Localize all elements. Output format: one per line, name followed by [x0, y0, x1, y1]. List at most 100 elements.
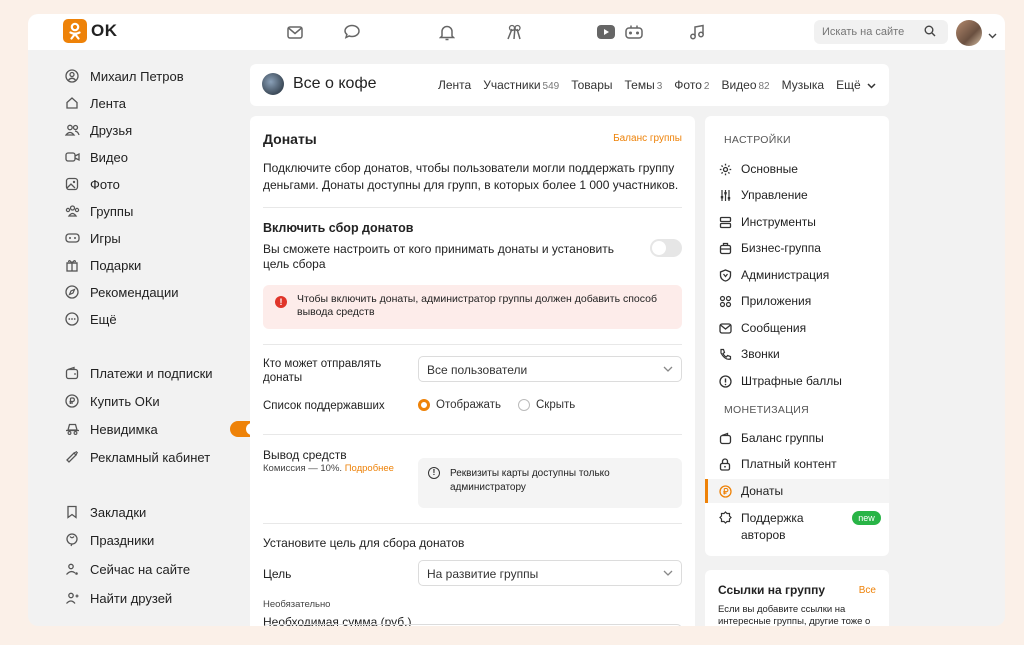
tab-members[interactable]: Участники 549	[483, 78, 559, 92]
settings-item-balance[interactable]: Баланс группы	[705, 426, 889, 450]
settings-item-administration[interactable]: Администрация	[705, 263, 889, 287]
nav-label: Сейчас на сайте	[90, 561, 191, 577]
nav-item-games[interactable]: Игры	[64, 228, 121, 248]
nav-label: Рекламный кабинет	[90, 449, 211, 465]
search-icon[interactable]	[924, 25, 936, 40]
settings-item-donations[interactable]: Донаты	[705, 479, 889, 503]
wallet-icon	[64, 365, 80, 381]
sliders-icon	[718, 188, 732, 202]
nav-item-feed[interactable]: Лента	[64, 93, 126, 113]
card-info-text: Реквизиты карты доступны только админист…	[450, 468, 610, 493]
tab-photo[interactable]: Фото 2	[674, 78, 709, 92]
shield-icon	[718, 268, 732, 282]
settings-item-paid-content[interactable]: Платный контент	[705, 452, 889, 476]
enable-donations-title: Включить сбор донатов	[263, 221, 414, 235]
balance-link[interactable]: Баланс группы	[613, 133, 682, 144]
mail-icon[interactable]	[285, 23, 305, 41]
ok-logo[interactable]: OK	[63, 19, 118, 43]
tab-more[interactable]: Ещё	[836, 78, 876, 92]
settings-item-apps[interactable]: Приложения	[705, 289, 889, 313]
gamepad-icon[interactable]	[624, 23, 644, 41]
nav-item-ads-cabinet[interactable]: Рекламный кабинет	[64, 447, 210, 467]
settings-item-calls[interactable]: Звонки	[705, 342, 889, 366]
chat-icon[interactable]	[342, 23, 362, 41]
tab-music[interactable]: Музыка	[782, 78, 824, 92]
chevron-down-icon[interactable]	[988, 27, 997, 42]
who-can-send-select[interactable]: Все пользователи	[418, 356, 682, 382]
goal-label: Цель	[263, 567, 292, 581]
nav-item-more[interactable]: Ещё	[64, 309, 117, 329]
settings-item-messages[interactable]: Сообщения	[705, 316, 889, 340]
group-avatar[interactable]	[262, 73, 284, 95]
nav-item-photo[interactable]: Фото	[64, 174, 120, 194]
online-icon	[64, 561, 80, 577]
gear-icon	[718, 162, 732, 176]
phone-icon	[718, 347, 732, 361]
video-icon	[64, 149, 80, 165]
group-links-card: Ссылки на группу Все Если вы добавите сс…	[705, 570, 889, 626]
nav-item-holidays[interactable]: Праздники	[64, 530, 154, 550]
chevron-down-icon	[663, 570, 673, 576]
group-title[interactable]: Все о кофе	[293, 75, 377, 93]
megaphone-icon	[64, 449, 80, 465]
nav-label: Рекомендации	[90, 284, 179, 300]
home-icon	[64, 95, 80, 111]
compass-icon	[64, 284, 80, 300]
nav-label: Праздники	[90, 532, 155, 548]
nav-item-incognito[interactable]: Невидимка	[64, 419, 264, 439]
radio-show-dot[interactable]	[418, 399, 430, 411]
wallet-icon	[718, 431, 732, 445]
nav-label: Найти друзей	[90, 590, 173, 606]
tab-topics[interactable]: Темы 3	[625, 78, 663, 92]
nav-item-bookmarks[interactable]: Закладки	[64, 502, 146, 522]
music-icon[interactable]	[687, 23, 707, 41]
nav-label: Платежи и подписки	[90, 365, 213, 381]
video-icon[interactable]	[596, 23, 616, 41]
nav-item-recommendations[interactable]: Рекомендации	[64, 282, 179, 302]
settings-item-general[interactable]: Основные	[705, 157, 889, 181]
tab-products[interactable]: Товары	[571, 78, 612, 92]
enable-donations-desc: Вы сможете настроить от кого принимать д…	[263, 242, 614, 271]
nav-item-gifts[interactable]: Подарки	[64, 255, 141, 275]
nav-item-find-friends[interactable]: Найти друзей	[64, 588, 172, 608]
ruble-coin-icon	[718, 484, 732, 498]
enable-donations-toggle[interactable]	[650, 239, 682, 257]
nav-label: Купить ОКи	[90, 393, 160, 409]
monetization-heading: МОНЕТИЗАЦИЯ	[724, 404, 810, 416]
links-all-link[interactable]: Все	[859, 585, 876, 596]
radio-show[interactable]: Отображать	[418, 399, 501, 411]
settings-item-tools[interactable]: Инструменты	[705, 210, 889, 234]
settings-panel: НАСТРОЙКИ Основные Управление Инструмент…	[705, 116, 889, 556]
divider	[263, 344, 682, 345]
amount-input[interactable]	[263, 624, 682, 626]
bell-icon[interactable]	[437, 23, 457, 41]
photo-icon	[64, 176, 80, 192]
nav-item-buy-oki[interactable]: Купить ОКи	[64, 391, 160, 411]
radio-hide-dot[interactable]	[518, 399, 530, 411]
who-can-send-label: Кто может отправлять донаты	[263, 358, 382, 384]
divider	[263, 434, 682, 435]
nav-label: Друзья	[90, 122, 133, 138]
user-avatar[interactable]	[956, 20, 982, 46]
goal-select[interactable]: На развитие группы	[418, 560, 682, 586]
nav-item-groups[interactable]: Группы	[64, 201, 133, 221]
tab-feed[interactable]: Лента	[438, 78, 471, 92]
settings-item-management[interactable]: Управление	[705, 183, 889, 207]
nav-item-profile[interactable]: Михаил Петров	[64, 66, 184, 86]
settings-item-penalty[interactable]: Штрафные баллы	[705, 369, 889, 393]
groups-icon	[64, 203, 80, 219]
nav-label: Видео	[90, 149, 128, 165]
fireworks-icon[interactable]	[504, 23, 524, 41]
nav-item-video[interactable]: Видео	[64, 147, 128, 167]
tab-video[interactable]: Видео 82	[721, 78, 769, 92]
add-friend-icon	[64, 590, 80, 606]
radio-hide[interactable]: Скрыть	[518, 399, 575, 411]
nav-label: Подарки	[90, 257, 142, 273]
nav-item-online-now[interactable]: Сейчас на сайте	[64, 559, 190, 579]
nav-item-payments[interactable]: Платежи и подписки	[64, 363, 213, 383]
settings-item-business[interactable]: Бизнес-группа	[705, 236, 889, 260]
settings-heading: НАСТРОЙКИ	[724, 134, 791, 146]
nav-item-friends[interactable]: Друзья	[64, 120, 132, 140]
gamepad-icon	[64, 230, 80, 246]
more-link[interactable]: Подробнее	[345, 463, 394, 474]
